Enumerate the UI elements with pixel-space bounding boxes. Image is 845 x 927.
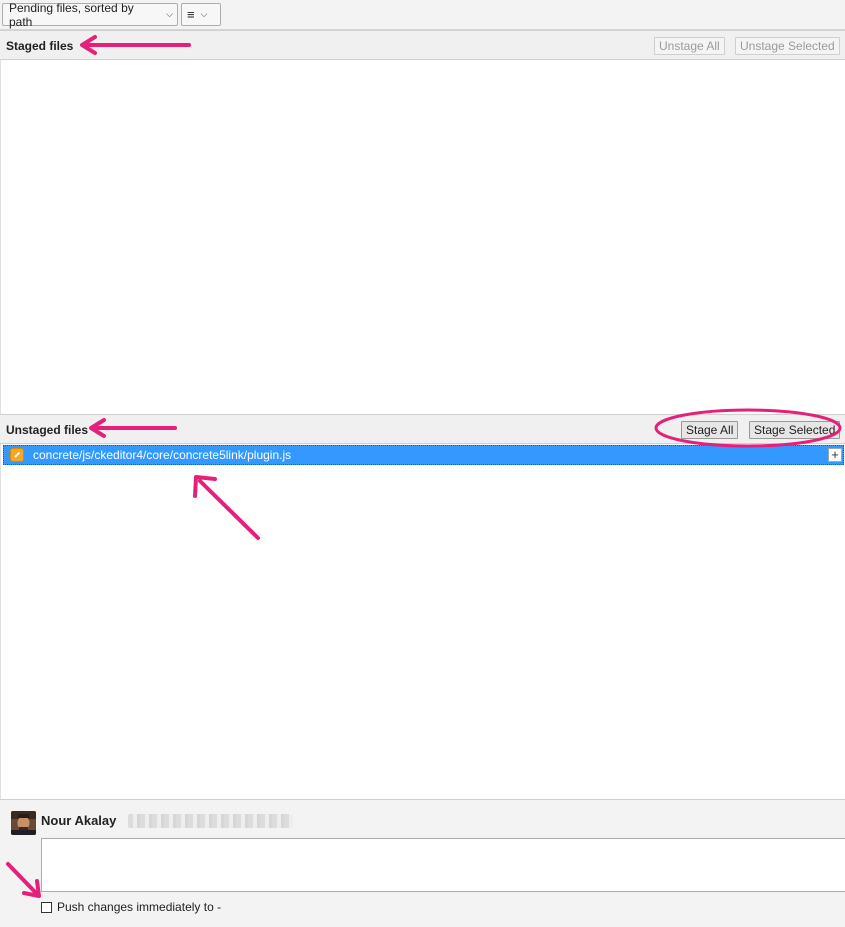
toolbar: Pending files, sorted by path ⌵ ≡ ⌵ (0, 0, 845, 30)
sort-dropdown[interactable]: Pending files, sorted by path ⌵ (2, 0, 178, 29)
staged-files-title: Staged files (6, 39, 74, 53)
unstaged-files-list[interactable]: concrete/js/ckeditor4/core/concrete5link… (0, 444, 845, 799)
unstage-selected-button[interactable]: Unstage Selected (735, 37, 840, 55)
author-avatar (11, 811, 36, 835)
staged-files-list[interactable] (0, 60, 845, 414)
push-option[interactable]: Push changes immediately to - (41, 900, 221, 914)
sort-dropdown-label: Pending files, sorted by path (9, 0, 134, 29)
unstaged-files-title: Unstaged files (6, 423, 89, 437)
modified-pencil-icon (10, 448, 24, 462)
author-email-redacted (128, 814, 293, 828)
file-path: concrete/js/ckeditor4/core/concrete5link… (33, 448, 292, 462)
push-immediately-label: Push changes immediately to - (57, 900, 222, 914)
sourcetree-file-status-view: Pending files, sorted by path ⌵ ≡ ⌵ Stag… (0, 0, 845, 927)
stage-selected-button[interactable]: Stage Selected (749, 421, 841, 439)
unstage-all-button[interactable]: Unstage All (654, 37, 725, 55)
chevron-down-icon: ⌵ (166, 9, 173, 19)
stage-all-button[interactable]: Stage All (681, 421, 739, 439)
list-lines-icon: ≡ (187, 7, 195, 22)
commit-panel: Nour Akalay Push changes immediately to … (0, 799, 845, 927)
commit-message-input[interactable] (41, 838, 845, 892)
push-immediately-checkbox[interactable] (41, 901, 52, 913)
stage-file-plus-icon[interactable]: + (828, 448, 842, 462)
chevron-down-icon: ⌵ (200, 9, 208, 19)
view-mode-dropdown[interactable]: ≡ ⌵ (181, 3, 221, 26)
author-name: Nour Akalay (41, 813, 117, 828)
file-row[interactable]: concrete/js/ckeditor4/core/concrete5link… (3, 445, 844, 465)
